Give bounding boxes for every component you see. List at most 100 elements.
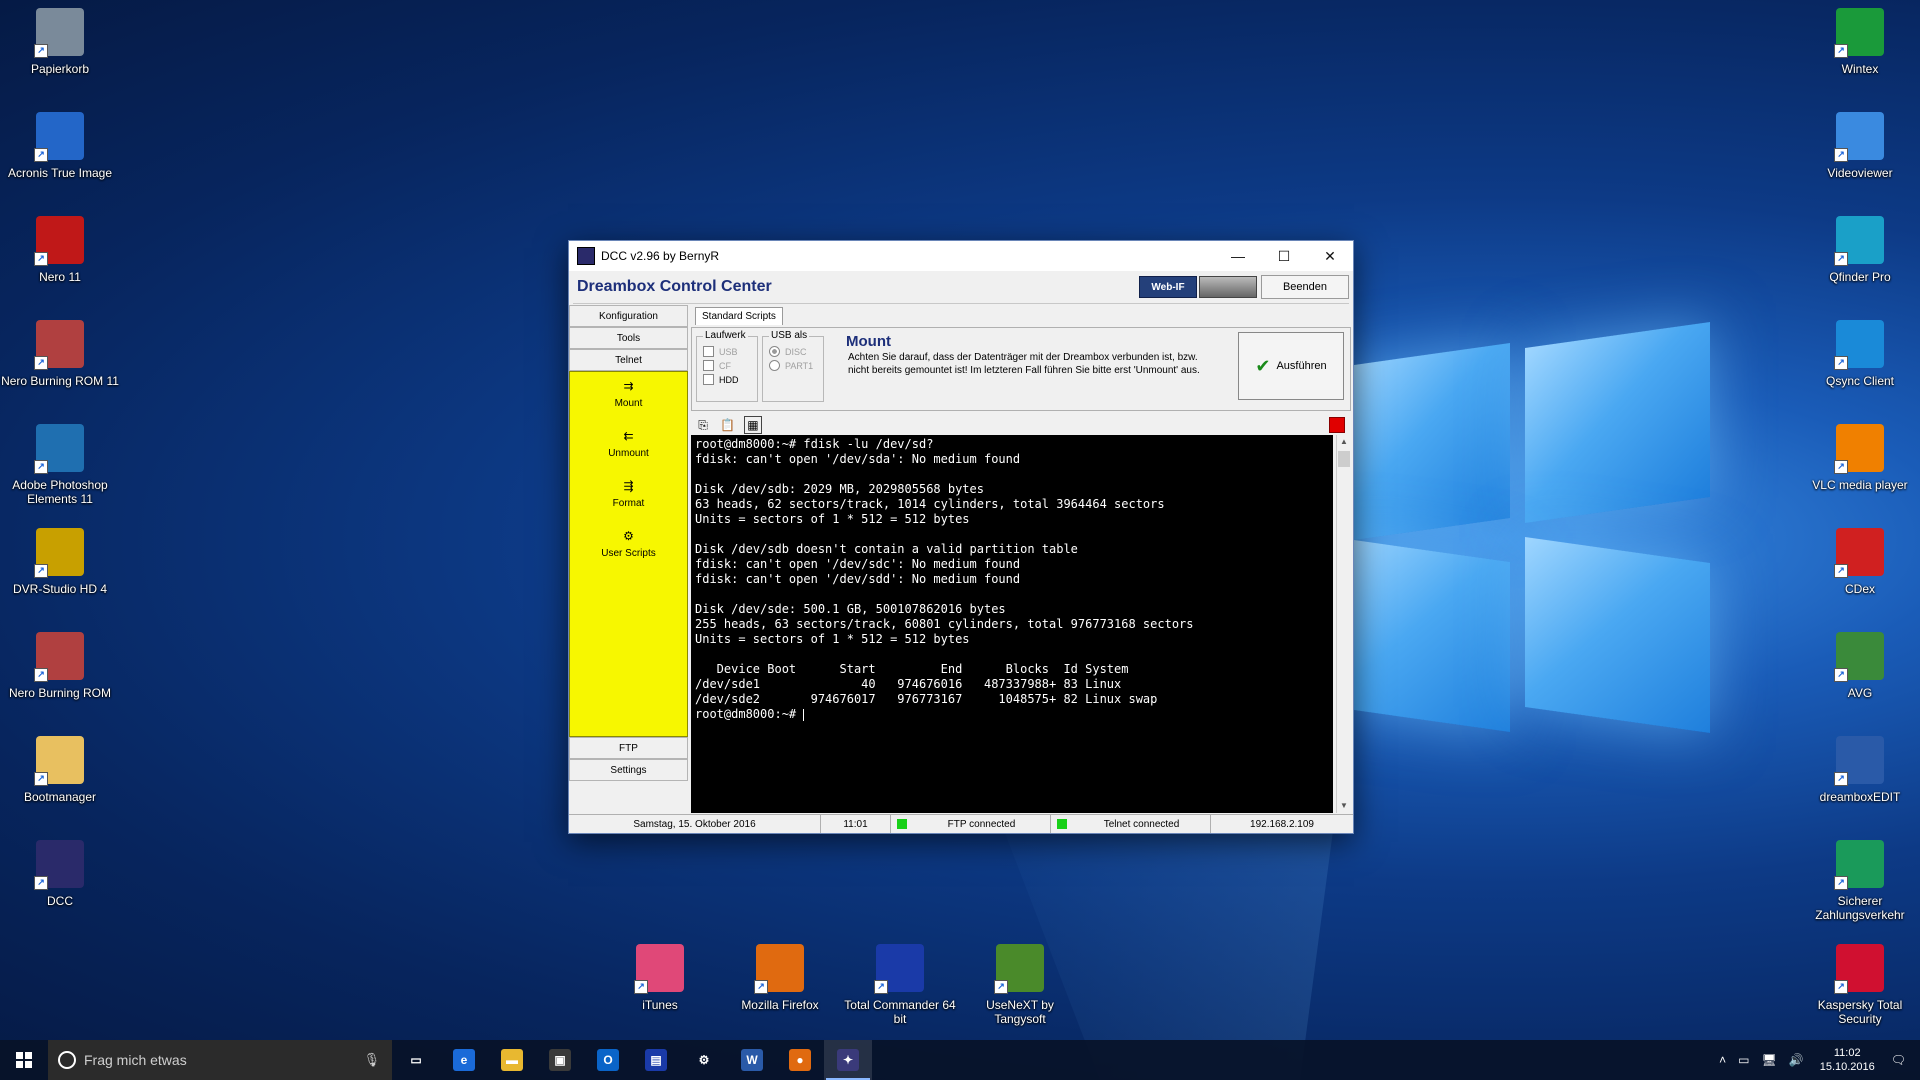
remote-icon[interactable] (1199, 276, 1257, 298)
scroll-thumb[interactable] (1338, 451, 1350, 467)
terminal-settings-icon[interactable]: ▦ (743, 416, 762, 434)
desktop-icon[interactable]: ↗ Bootmanager (0, 736, 120, 804)
usb-als-legend: USB als (769, 330, 810, 341)
desktop-icon[interactable]: ↗ Acronis True Image (0, 112, 120, 180)
copy-icon[interactable]: ⎘ (695, 417, 711, 433)
desktop-icon-label: Nero Burning ROM (8, 686, 112, 700)
close-button[interactable]: ✕ (1307, 241, 1353, 271)
script-item-label: Unmount (608, 448, 649, 459)
network-icon[interactable]: 🖥 (1762, 1053, 1777, 1067)
status-telnet-label: Telnet connected (1103, 818, 1180, 830)
desktop-icon[interactable]: ↗ Sicherer Zahlungsverkehr (1800, 840, 1920, 922)
taskbar-clock[interactable]: 11:02 15.10.2016 (1820, 1046, 1875, 1074)
store-icon: ▣ (549, 1049, 571, 1071)
desktop-icon[interactable]: ↗ Nero Burning ROM (0, 632, 120, 700)
start-button[interactable] (0, 1040, 48, 1080)
taskbar-app[interactable]: W (728, 1040, 776, 1080)
dcc-icon: ✦ (837, 1049, 859, 1071)
firefox-icon: ● (789, 1049, 811, 1071)
left-nav: Konfiguration Tools Telnet ⇉ Mount ⇇ Unmount ⇶… (569, 305, 688, 815)
paste-icon[interactable]: 📋 (719, 417, 735, 433)
desktop-icon[interactable]: ↗ Total Commander 64 bit (840, 944, 960, 1026)
taskbar-app[interactable]: ⚙ (680, 1040, 728, 1080)
desktop-icon[interactable]: ↗ Videoviewer (1800, 112, 1920, 180)
nav-button[interactable]: Telnet (569, 349, 688, 371)
radio-circle (769, 346, 780, 357)
taskbar-app[interactable]: ● (776, 1040, 824, 1080)
wintex-icon: ↗ (1834, 8, 1884, 58)
taskbar-app[interactable]: ✦ (824, 1040, 872, 1080)
tab-standard-scripts[interactable]: Standard Scripts (695, 307, 783, 325)
desktop-icon-label: Videoviewer (1827, 166, 1893, 180)
nav-button[interactable]: Tools (569, 327, 688, 349)
maximize-button[interactable]: ☐ (1261, 241, 1307, 271)
nav-button[interactable]: FTP (569, 737, 688, 759)
dcc-window: DCC v2.96 by BernyR — ☐ ✕ Dreambox Contr… (568, 240, 1354, 834)
desktop-icon[interactable]: ↗ DCC (0, 840, 120, 908)
taskbar-app[interactable]: ▤ (632, 1040, 680, 1080)
laufwerk-checkbox[interactable]: USB (703, 346, 757, 357)
usb-als-radio[interactable]: DISC (769, 346, 823, 357)
desktop-icon-label: Kaspersky Total Security (1817, 998, 1903, 1026)
nav-button[interactable]: Konfiguration (569, 305, 688, 327)
desktop-icon[interactable]: ↗ Papierkorb (0, 8, 120, 76)
desktop-icon[interactable]: ↗ Nero 11 (0, 216, 120, 284)
checkbox-label: HDD (719, 374, 739, 385)
itunes-icon: ↗ (634, 944, 684, 994)
script-item[interactable]: ⇉ Mount (570, 372, 687, 422)
desktop-icon-label: DCC (47, 894, 73, 908)
desktop-icon[interactable]: ↗ Qsync Client (1800, 320, 1920, 388)
script-item[interactable]: ⚙ User Scripts (570, 522, 687, 572)
telnet-script-panel: ⇉ Mount ⇇ Unmount ⇶ Format ⚙ User Scripts (569, 371, 688, 737)
taskbar-app[interactable]: O (584, 1040, 632, 1080)
desktop-icon[interactable]: ↗ Kaspersky Total Security (1800, 944, 1920, 1026)
taskbar-app[interactable]: ▭ (392, 1040, 440, 1080)
nero-icon: ↗ (34, 216, 84, 266)
web-if-button[interactable]: Web-IF (1139, 276, 1197, 298)
desktop-icon[interactable]: ↗ Qfinder Pro (1800, 216, 1920, 284)
cortana-search-box[interactable]: Frag mich etwas 🎙 (48, 1040, 392, 1080)
desktop-icon[interactable]: ↗ Wintex (1800, 8, 1920, 76)
window-titlebar[interactable]: DCC v2.96 by BernyR — ☐ ✕ (569, 241, 1353, 271)
terminal-toolbar: ⎘ 📋 ▦ (691, 413, 1349, 435)
battery-icon[interactable]: ▭ (1738, 1053, 1749, 1067)
ausfuehren-button[interactable]: ✔ Ausführen (1238, 332, 1344, 400)
terminal-prompt: root@dm8000:~# (695, 707, 804, 721)
desktop-icon[interactable]: ↗ VLC media player (1800, 424, 1920, 492)
desktop-icon[interactable]: ↗ Adobe Photoshop Elements 11 (0, 424, 120, 506)
script-item[interactable]: ⇇ Unmount (570, 422, 687, 472)
laufwerk-checkbox[interactable]: CF (703, 360, 757, 371)
desktop-icon[interactable]: ↗ UseNeXT by Tangysoft (960, 944, 1080, 1026)
desktop-icon[interactable]: ↗ DVR-Studio HD 4 (0, 528, 120, 596)
scroll-down-icon[interactable]: ▼ (1337, 799, 1351, 813)
desktop-icon[interactable]: ↗ iTunes (600, 944, 720, 1012)
script-item[interactable]: ⇶ Format (570, 472, 687, 522)
volume-icon[interactable]: 🔊 (1789, 1053, 1804, 1067)
telnet-terminal[interactable]: root@dm8000:~# fdisk -lu /dev/sd? fdisk: … (691, 435, 1333, 813)
minimize-button[interactable]: — (1215, 241, 1261, 271)
beenden-button[interactable]: Beenden (1261, 275, 1349, 299)
microphone-icon[interactable]: 🎙 (363, 1052, 380, 1068)
desktop-icon[interactable]: ↗ Nero Burning ROM 11 (0, 320, 120, 388)
shortcut-arrow-icon: ↗ (34, 668, 48, 682)
taskbar-app[interactable]: ▣ (536, 1040, 584, 1080)
desktop-icon[interactable]: ↗ CDex (1800, 528, 1920, 596)
unmount-icon: ⇇ (623, 429, 634, 443)
terminal-scrollbar[interactable]: ▲ ▼ (1336, 435, 1351, 813)
nav-button[interactable]: Settings (569, 759, 688, 781)
status-ftp-label: FTP connected (947, 818, 1016, 830)
desktop-icon[interactable]: ↗ Mozilla Firefox (720, 944, 840, 1012)
taskbar-app[interactable]: e (440, 1040, 488, 1080)
laufwerk-checkbox[interactable]: HDD (703, 374, 757, 385)
desktop-icon[interactable]: ↗ dreamboxEDIT (1800, 736, 1920, 804)
usb-als-radio[interactable]: PART1 (769, 360, 823, 371)
scroll-up-icon[interactable]: ▲ (1337, 435, 1351, 449)
desktop-icon-label: CDex (1844, 582, 1875, 596)
firefox-icon: ↗ (754, 944, 804, 994)
desktop-icon[interactable]: ↗ AVG (1800, 632, 1920, 700)
action-center-icon[interactable]: 🗨 (1891, 1053, 1906, 1067)
tray-overflow-icon[interactable]: ˄ (1719, 1053, 1726, 1067)
taskbar-app[interactable]: ▬ (488, 1040, 536, 1080)
stop-icon[interactable] (1329, 417, 1345, 433)
terminal-line: fdisk: can't open '/dev/sda': No medium … (695, 452, 1021, 466)
